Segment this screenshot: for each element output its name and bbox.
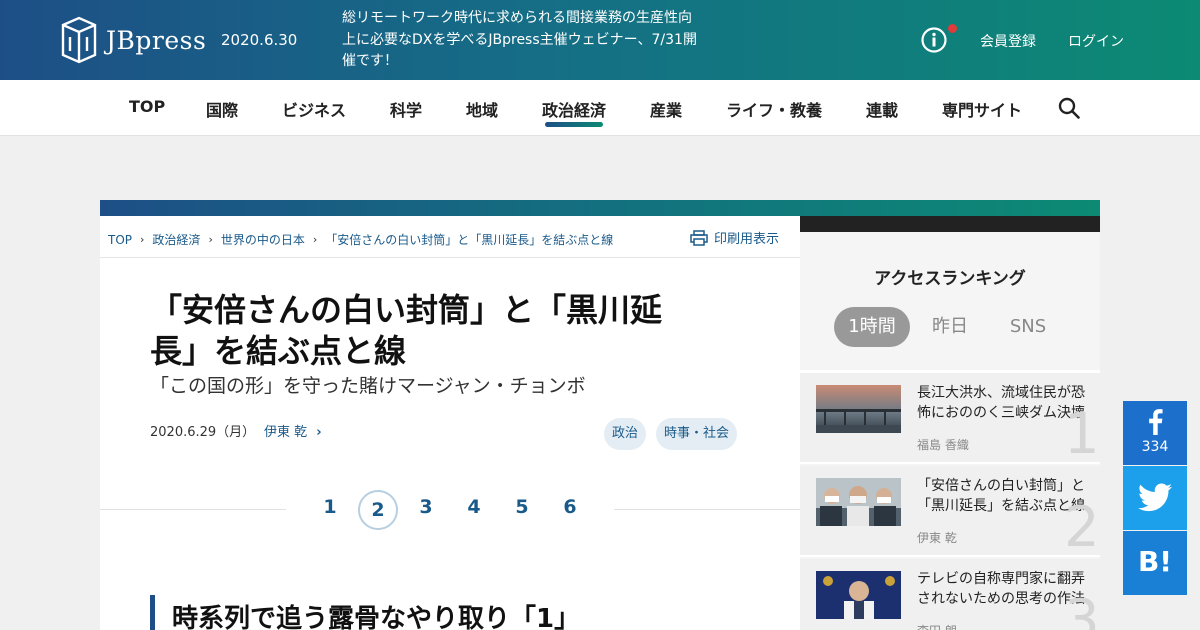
tab-sns[interactable]: SNS [996,307,1060,347]
search-icon[interactable] [1058,97,1080,119]
page-link-current[interactable]: 2 [358,490,398,530]
ranking-item[interactable]: テレビの自称専門家に翻弄 されないための思考の作法 李田 朗 3 [800,559,1100,630]
divider [100,257,800,258]
article-subtitle: 「この国の形」を守った賭けマージャン・チョンボ [150,375,586,397]
breadcrumb: TOP › 政治経済 › 世界の中の日本 › 「安倍さんの白い封筒」と「黒川延長… [108,231,613,248]
breadcrumb-item[interactable]: TOP [108,233,132,247]
thumbnail-image [816,385,901,433]
article-title: 「安倍さんの白い封筒」と「黒川延 長」を結ぶ点と線 [150,290,750,372]
logo-icon [61,16,97,64]
rank-number: 1 [1064,402,1100,464]
headline-line: 「安倍さんの白い封筒」と [917,478,1085,494]
top-news-line: 上に必要なDXを学べるJBpress主催ウェビナー、7/31開 [342,31,697,48]
breadcrumb-item[interactable]: 世界の中の日本 [221,231,305,248]
tag-current-affairs[interactable]: 時事・社会 [656,418,738,450]
article-title-line: 「安倍さんの白い封筒」と「黒川延 [150,291,663,329]
facebook-share-button[interactable]: 334 [1123,401,1187,465]
article: TOP › 政治経済 › 世界の中の日本 › 「安倍さんの白い封筒」と「黒川延長… [100,216,800,630]
current-date: 2020.6.30 [221,31,298,49]
nav-active-indicator [545,122,603,127]
content-top-rule [100,200,1100,216]
info-icon[interactable] [921,27,947,53]
main-nav: TOP 国際 ビジネス 科学 地域 政治経済 産業 ライフ・教養 連載 専門サイ… [0,80,1200,136]
rank-number: 3 [1064,588,1100,630]
chevron-right-icon: › [316,425,322,440]
page-link-3[interactable]: 3 [411,496,441,518]
hatena-bookmark-button[interactable]: B! [1123,531,1187,595]
tag-politics[interactable]: 政治 [604,418,647,450]
top-news-link[interactable]: 総リモートワーク時代に求められる間接業務の生産性向 上に必要なDXを学べるJBp… [342,8,702,73]
page-link-5[interactable]: 5 [507,496,537,518]
register-link[interactable]: 会員登録 [980,31,1036,51]
facebook-icon [1149,409,1163,435]
page-link-4[interactable]: 4 [459,496,489,518]
top-news-line: 催です！ [342,53,398,69]
logo-text: JBpress [106,25,207,55]
thumbnail-image [816,478,901,526]
nav-item-business[interactable]: ビジネス [282,97,346,121]
pager-rule [100,509,286,510]
nav-item-politics-economy[interactable]: 政治経済 [542,97,606,121]
print-label: 印刷用表示 [714,232,780,247]
nav-item-industry[interactable]: 産業 [650,97,682,121]
login-link[interactable]: ログイン [1068,31,1124,51]
article-title-line: 長」を結ぶ点と線 [150,332,407,370]
top-news-line: 総リモートワーク時代に求められる間接業務の生産性向 [342,10,692,26]
printer-icon [690,229,708,246]
twitter-share-button[interactable] [1123,466,1187,530]
author-link[interactable]: 伊東 乾 › [264,421,322,440]
pager-rule [614,509,800,510]
ranking-author: 福島 香織 [917,438,969,452]
tab-yesterday[interactable]: 昨日 [918,307,982,347]
breadcrumb-separator: › [312,233,318,246]
twitter-icon [1138,483,1172,512]
breadcrumb-item-current[interactable]: 「安倍さんの白い封筒」と「黒川延長」を結ぶ点と線 [325,231,613,248]
tab-1-hour[interactable]: 1時間 [834,307,910,347]
nav-item-life-culture[interactable]: ライフ・教養 [726,97,822,121]
nav-item-top[interactable]: TOP [129,97,165,116]
nav-item-international[interactable]: 国際 [206,97,238,121]
breadcrumb-separator: › [140,233,145,246]
author-name: 伊東 乾 [264,425,308,440]
publish-date: 2020.6.29（月） [150,425,256,440]
page-link-1[interactable]: 1 [315,496,345,518]
notification-dot [948,24,957,33]
access-ranking: アクセスランキング 1時間 昨日 SNS 長江大洪水、流域住民が恐 怖におののく… [800,216,1100,630]
ranking-item[interactable]: 「安倍さんの白い封筒」と 「黒川延長」を結ぶ点と線 伊東 乾 2 [800,466,1100,557]
thumbnail-image [816,571,901,619]
section-heading: 時系列で追う露骨なやり取り「1」 [172,604,581,630]
nav-item-science[interactable]: 科学 [390,97,422,121]
breadcrumb-item[interactable]: 政治経済 [152,231,200,248]
rank-number: 2 [1064,495,1100,557]
section-heading-bar [150,595,155,630]
print-button[interactable]: 印刷用表示 [690,228,779,247]
nav-item-special-sites[interactable]: 専門サイト [942,97,1022,121]
ranking-author: 李田 朗 [917,622,957,630]
ranking-title: アクセスランキング [874,269,1026,289]
nav-item-series[interactable]: 連載 [866,97,898,121]
headline-line: 「黒川延長」を結ぶ点と線 [917,497,1085,514]
ranking-author: 伊東 乾 [917,531,957,545]
headline-line: 怖におののく三峡ダム決壊 [917,404,1085,421]
breadcrumb-separator: › [208,233,213,246]
site-logo[interactable]: JBpress [60,15,206,65]
headline-line: 長江大洪水、流域住民が恐 [917,385,1085,401]
headline-line: されないための思考の作法 [917,590,1085,607]
hatena-bookmark-icon: B! [1137,545,1173,578]
headline-line: テレビの自称専門家に翻弄 [917,571,1085,587]
top-banner: JBpress 2020.6.30 総リモートワーク時代に求められる間接業務の生… [0,0,1200,80]
ranking-top-bar [800,216,1100,232]
ranking-item[interactable]: 長江大洪水、流域住民が恐 怖におののく三峡ダム決壊 福島 香織 1 [800,373,1100,464]
nav-item-region[interactable]: 地域 [466,97,498,121]
page-link-6[interactable]: 6 [555,496,585,518]
facebook-share-count: 334 [1141,439,1169,455]
